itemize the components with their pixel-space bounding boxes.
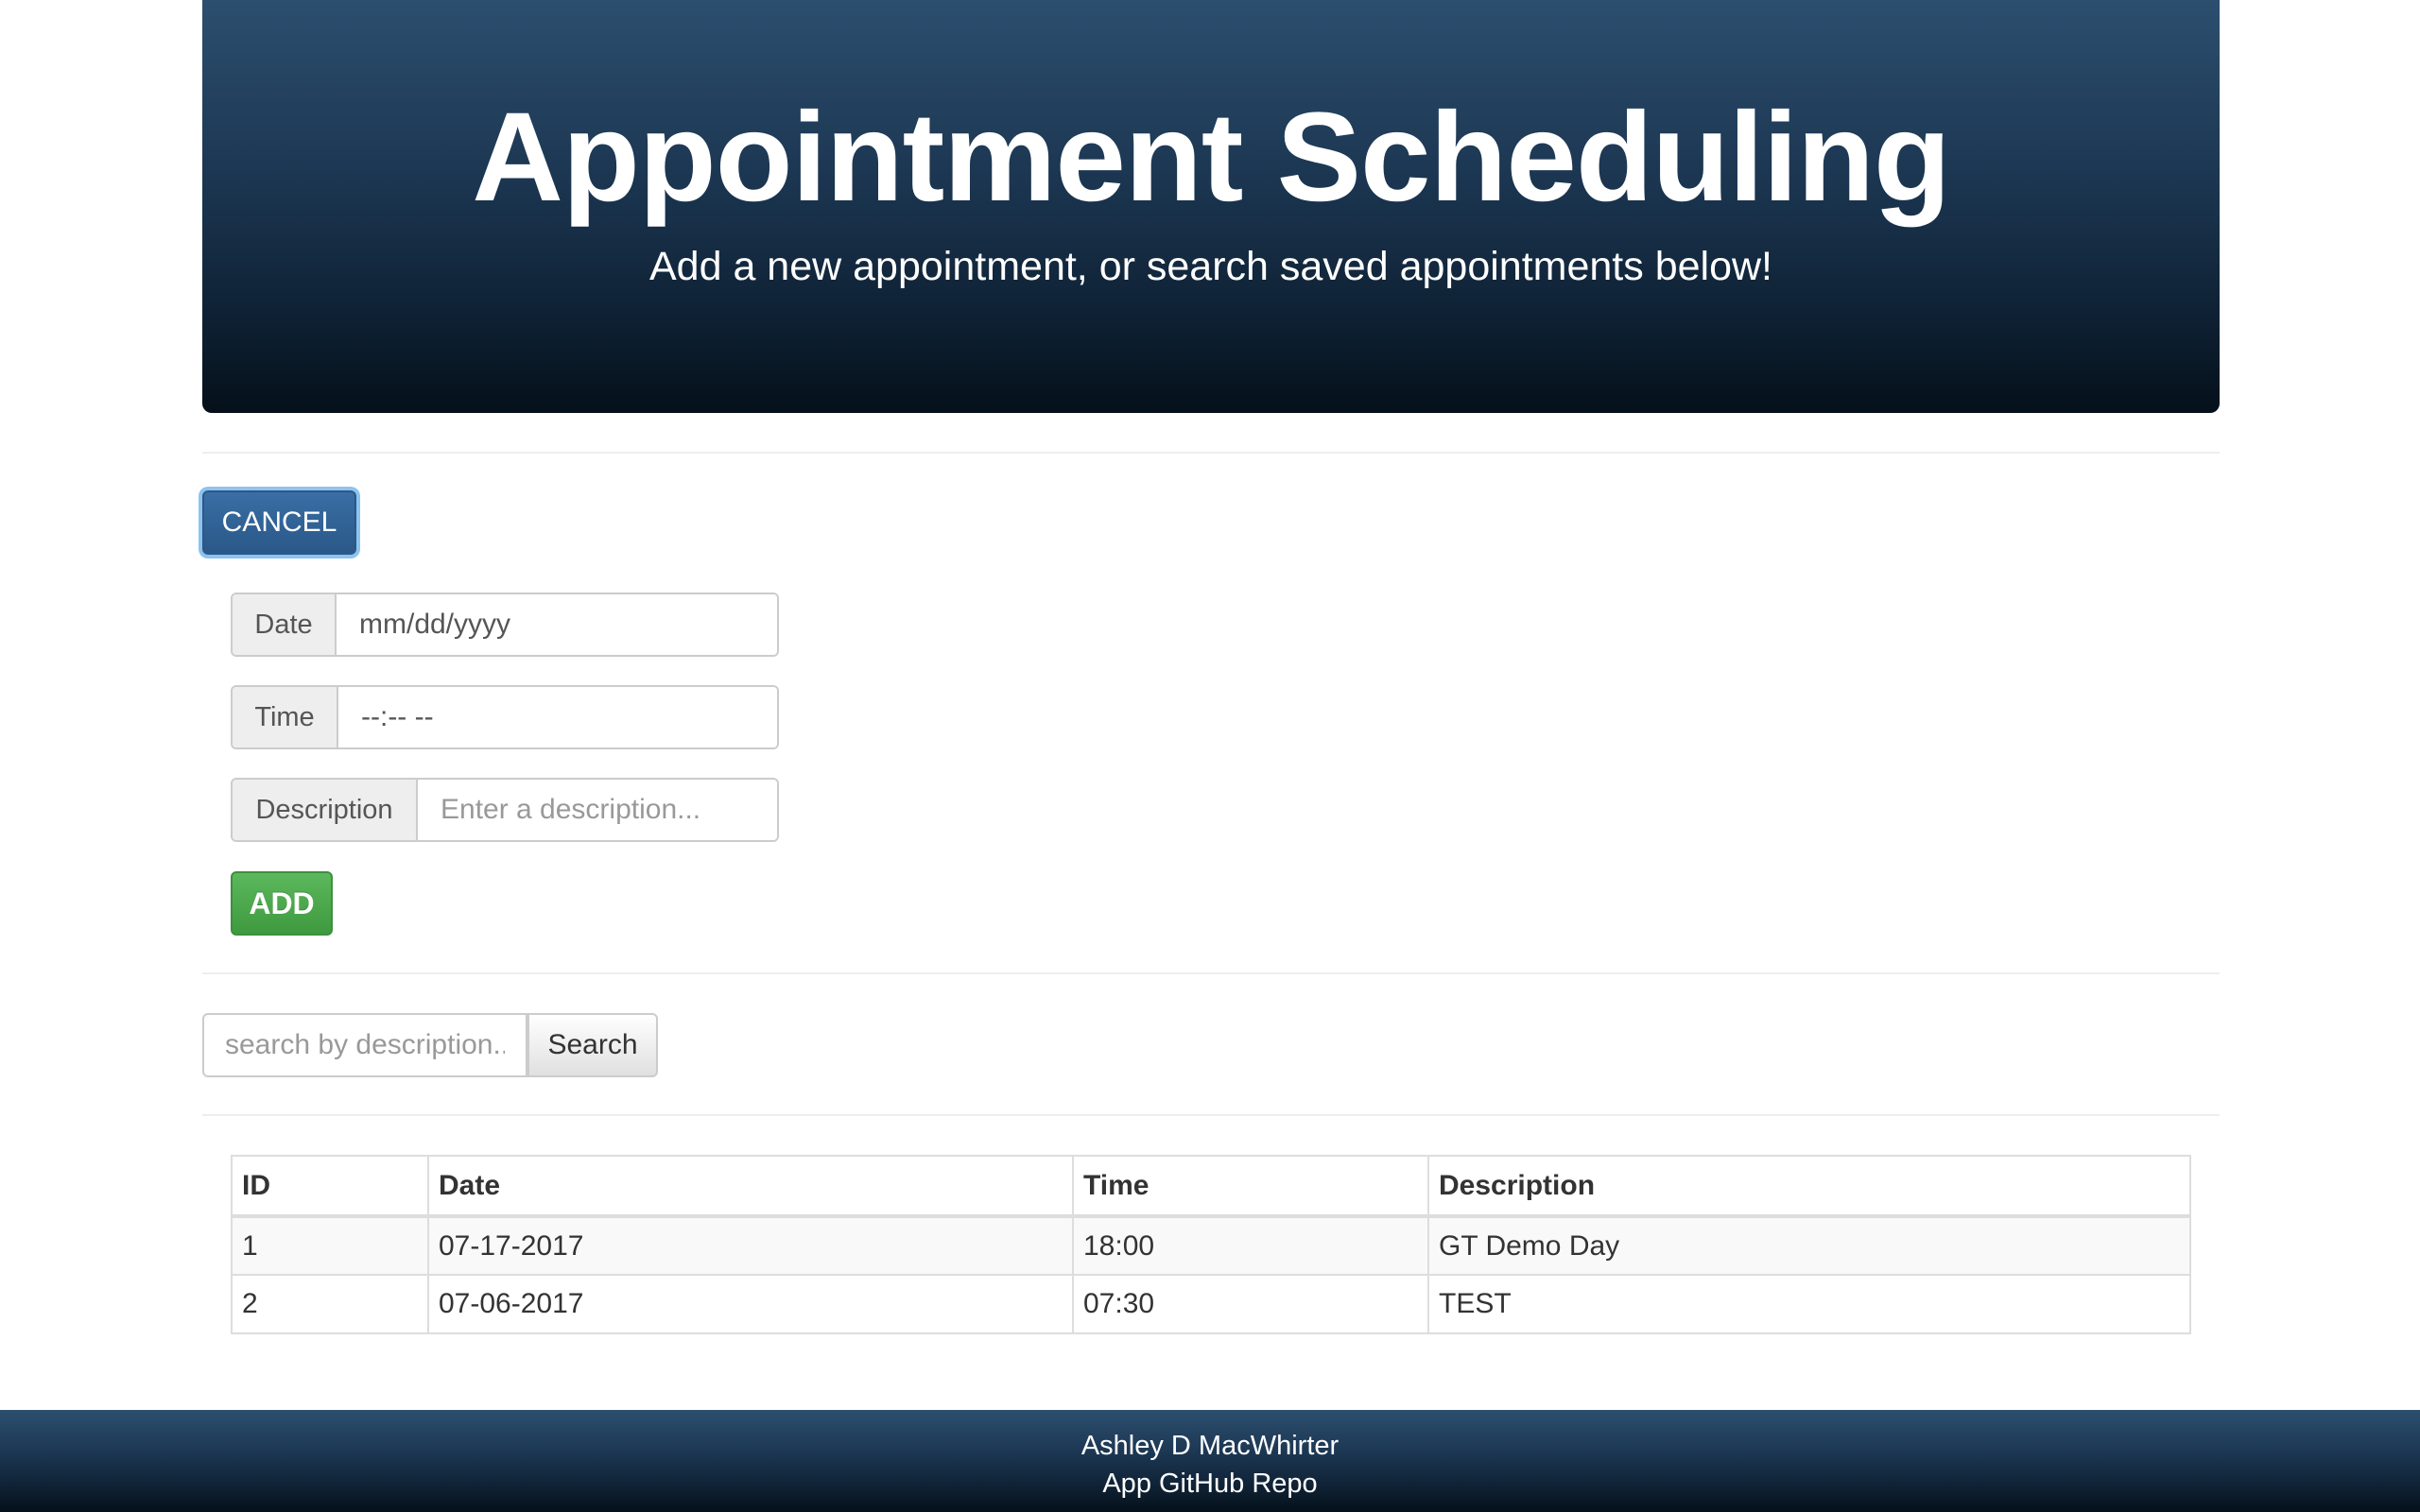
cell-description: TEST — [1427, 1274, 2191, 1334]
description-label: Description — [233, 780, 418, 840]
date-input-group: Date mm/dd/yyyy — [231, 593, 779, 657]
date-label: Date — [233, 594, 337, 655]
add-button[interactable]: ADD — [231, 871, 333, 936]
date-field[interactable]: mm/dd/yyyy — [337, 594, 777, 655]
column-header-id: ID — [231, 1155, 429, 1218]
cell-date: 07-17-2017 — [427, 1215, 1074, 1276]
description-input-group: Description — [231, 778, 779, 842]
github-repo-link[interactable]: App GitHub Repo — [0, 1467, 2420, 1501]
footer-author: Ashley D MacWhirter — [1080, 1431, 1340, 1461]
search-input[interactable] — [202, 1013, 527, 1077]
column-header-time: Time — [1072, 1155, 1429, 1218]
table-header-row: ID Date Time Description — [231, 1155, 2191, 1218]
divider — [202, 972, 2220, 974]
cell-date: 07-06-2017 — [427, 1274, 1074, 1334]
page: Appointment Scheduling Add a new appoint… — [0, 0, 2420, 1512]
cancel-button[interactable]: CANCEL — [202, 490, 356, 555]
divider — [202, 452, 2220, 454]
page-subtitle: Add a new appointment, or search saved a… — [648, 244, 1772, 289]
time-field[interactable]: --:-- -- — [338, 687, 777, 747]
cell-description: GT Demo Day — [1427, 1215, 2191, 1276]
divider — [202, 1114, 2220, 1116]
search-button[interactable]: Search — [527, 1013, 658, 1077]
footer: Ashley D MacWhirter App GitHub Repo — [0, 1410, 2420, 1512]
column-header-description: Description — [1427, 1155, 2191, 1218]
time-input-group: Time --:-- -- — [231, 685, 779, 749]
time-label: Time — [233, 687, 338, 747]
cell-id: 2 — [231, 1274, 429, 1334]
description-field[interactable] — [418, 780, 777, 840]
appointments-table: ID Date Time Description 1 07-17-2017 18… — [231, 1155, 2191, 1334]
column-header-date: Date — [427, 1155, 1074, 1218]
cell-id: 1 — [231, 1215, 429, 1276]
cell-time: 18:00 — [1072, 1215, 1429, 1276]
header-banner: Appointment Scheduling Add a new appoint… — [202, 0, 2220, 413]
cell-time: 07:30 — [1072, 1274, 1429, 1334]
table-row: 1 07-17-2017 18:00 GT Demo Day — [231, 1215, 2191, 1276]
table-row: 2 07-06-2017 07:30 TEST — [231, 1274, 2191, 1334]
page-title: Appointment Scheduling — [472, 87, 1951, 228]
